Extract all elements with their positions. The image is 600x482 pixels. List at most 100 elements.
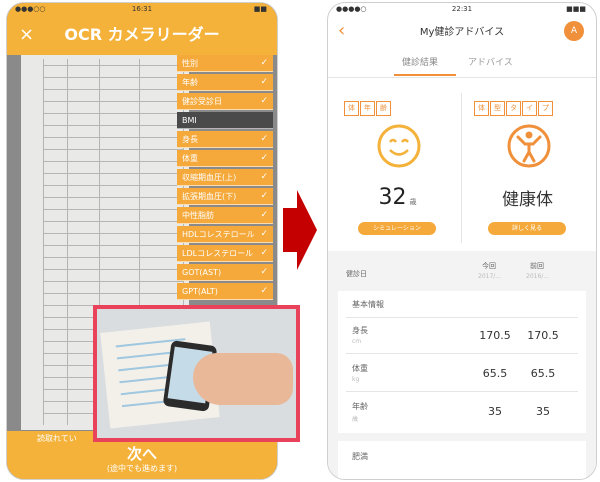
body-type-value: 健康体 xyxy=(502,190,553,210)
field-label: 年齢 xyxy=(182,78,198,87)
ocr-field-gpt[interactable]: GPT(ALT) ✓ xyxy=(177,283,273,300)
usage-photo xyxy=(93,305,300,442)
title-badge: 体 xyxy=(474,101,489,116)
column-previous-date: 2016/... xyxy=(526,273,550,280)
status-time: 22:31 xyxy=(451,5,473,13)
column-previous: 前回 xyxy=(530,262,544,270)
ocr-field-hdl[interactable]: HDLコレステロール ✓ xyxy=(177,226,273,243)
ocr-field-ldl[interactable]: LDLコレステロール ✓ xyxy=(177,245,273,262)
row-unit-weight: kg xyxy=(352,376,360,383)
card-title-badges: 体型タイプ xyxy=(474,95,554,116)
ocr-field-bmi[interactable]: BMI xyxy=(177,112,273,129)
row-unit-age: 歳 xyxy=(352,416,359,423)
field-label: GPT(ALT) xyxy=(182,287,218,296)
title-badge: 体 xyxy=(344,101,359,116)
page-title: My健診アドバイス xyxy=(419,27,505,38)
height-current: 170.5 xyxy=(479,329,511,342)
ocr-field-weight[interactable]: 体重 ✓ xyxy=(177,150,273,167)
doc-gridline xyxy=(43,233,183,234)
card-title-badges: 体年齢 xyxy=(344,95,392,116)
body-age-unit: 歳 xyxy=(409,198,417,206)
tab-results[interactable]: 健診結果 xyxy=(402,55,438,68)
doc-gridline xyxy=(43,137,183,138)
title-badge: プ xyxy=(538,101,553,116)
simulation-button[interactable]: シミュレーション xyxy=(358,222,436,235)
person-icon xyxy=(507,124,551,168)
check-icon: ✓ xyxy=(260,153,268,163)
title-badge: 型 xyxy=(490,101,505,116)
weight-previous: 65.5 xyxy=(530,367,556,380)
check-icon: ✓ xyxy=(260,172,268,182)
profile-icon[interactable]: A xyxy=(564,21,584,41)
status-bar: ●●●●○ 22:31 ■■■ xyxy=(328,3,596,15)
doc-gridline xyxy=(43,245,183,246)
tab-indicator xyxy=(394,74,456,76)
status-time: 16:31 xyxy=(131,5,153,13)
ocr-field-systolic[interactable]: 収縮期血圧(上) ✓ xyxy=(177,169,273,186)
doc-gridline xyxy=(43,113,183,114)
doc-gridline xyxy=(43,185,183,186)
check-icon: ✓ xyxy=(260,134,268,144)
column-current: 今回 xyxy=(482,262,496,270)
field-label: HDLコレステロール xyxy=(182,230,255,239)
check-icon: ✓ xyxy=(260,248,268,258)
arrow-right-icon xyxy=(283,190,317,270)
age-current: 35 xyxy=(488,405,502,418)
doc-gridline xyxy=(43,281,183,282)
check-icon: ✓ xyxy=(260,96,268,106)
row-label-weight: 体重 xyxy=(352,364,368,373)
health-advice-screen: ●●●●○ 22:31 ■■■ ‹ My健診アドバイス A 健診結果 アドバイス… xyxy=(327,2,597,480)
field-label: 拡張期血圧(下) xyxy=(182,192,237,201)
row-unit-height: cm xyxy=(352,338,362,345)
body-type-card: 体型タイプ 健康体 詳しく見る xyxy=(466,85,589,245)
ocr-field-height[interactable]: 身長 ✓ xyxy=(177,131,273,148)
field-label: 健診受診日 xyxy=(182,97,222,106)
ocr-header: × OCR カメラリーダー xyxy=(7,15,277,55)
doc-gridline xyxy=(43,293,183,294)
doc-gridline xyxy=(43,101,183,102)
ocr-field-triglyceride[interactable]: 中性脂肪 ✓ xyxy=(177,207,273,224)
check-icon: ✓ xyxy=(260,191,268,201)
height-previous: 170.5 xyxy=(527,329,559,342)
row-label-height: 身長 xyxy=(352,326,368,335)
field-label: 中性脂肪 xyxy=(182,211,214,220)
ocr-field-diastolic[interactable]: 拡張期血圧(下) ✓ xyxy=(177,188,273,205)
row-divider xyxy=(346,317,578,318)
page-title: OCR カメラリーダー xyxy=(64,25,220,44)
row-divider xyxy=(346,391,578,392)
next-sublabel: (途中でも進めます) xyxy=(106,464,178,473)
check-icon: ✓ xyxy=(260,267,268,277)
battery-icon: ■■■ xyxy=(566,5,586,13)
field-label: 体重 xyxy=(182,154,198,163)
ocr-field-exam-date[interactable]: 健診受診日 ✓ xyxy=(177,93,273,110)
doc-gridline xyxy=(43,89,183,90)
photo-detail xyxy=(116,351,173,360)
next-label: 次へ xyxy=(126,445,157,463)
check-icon: ✓ xyxy=(260,58,268,68)
table-header-label: 健診日 xyxy=(346,270,367,278)
doc-gridline xyxy=(43,269,183,270)
field-label: 身長 xyxy=(182,135,198,144)
body-age-number: 32 xyxy=(378,185,407,210)
column-current-date: 2017/... xyxy=(478,273,502,280)
doc-gridline xyxy=(43,125,183,126)
doc-gridline xyxy=(43,65,183,66)
doc-gridline xyxy=(43,173,183,174)
card-divider xyxy=(461,93,462,243)
doc-gridline xyxy=(43,209,183,210)
field-label: LDLコレステロール xyxy=(182,249,254,258)
field-label: GOT(AST) xyxy=(182,268,222,277)
obesity-section: 肥満 xyxy=(338,441,586,479)
title-badge: 年 xyxy=(360,101,375,116)
row-label-age: 年齢 xyxy=(352,402,368,411)
ocr-field-got[interactable]: GOT(AST) ✓ xyxy=(177,264,273,281)
tab-advice[interactable]: アドバイス xyxy=(468,55,513,68)
status-bar: ●●●○○ 16:31 ■■ xyxy=(7,3,277,15)
ocr-field-sex[interactable]: 性別 ✓ xyxy=(177,55,273,72)
title-badge: 齢 xyxy=(376,101,391,116)
section-title: 肥満 xyxy=(352,452,368,461)
doc-gridline xyxy=(43,77,183,78)
smile-face-icon xyxy=(377,124,421,168)
ocr-field-age[interactable]: 年齢 ✓ xyxy=(177,74,273,91)
detail-button[interactable]: 詳しく見る xyxy=(488,222,566,235)
